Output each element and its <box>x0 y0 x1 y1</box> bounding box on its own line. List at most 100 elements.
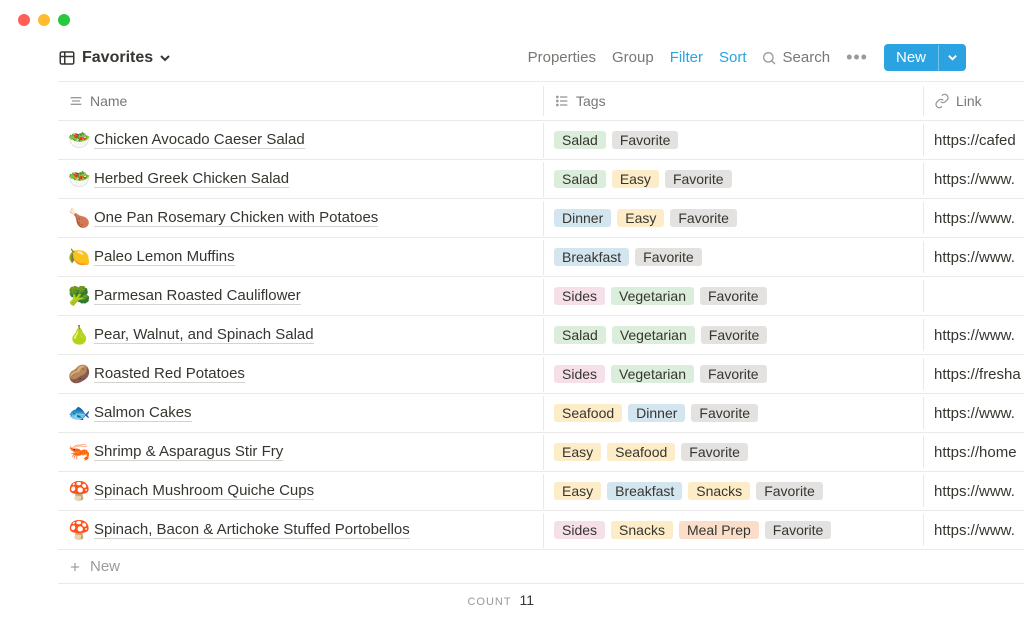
tag: Favorite <box>612 131 679 149</box>
add-row-label: New <box>90 558 120 575</box>
cell-name[interactable]: 🍄Spinach Mushroom Quiche Cups <box>58 474 544 509</box>
column-header-name[interactable]: Name <box>58 86 544 116</box>
tag: Vegetarian <box>612 326 695 344</box>
page-icon: 🦐 <box>68 442 88 463</box>
table-row[interactable]: 🥔 Roasted Red Potatoes SidesVegetarianFavo… <box>58 355 1024 394</box>
table-row[interactable]: 🍄 Spinach, Bacon & Artichoke Stuffed Port… <box>58 511 1024 550</box>
count-value[interactable]: 11 <box>519 592 534 608</box>
tag: Seafood <box>607 443 675 461</box>
cell-link[interactable] <box>924 289 1024 303</box>
cell-name[interactable]: 🍗One Pan Rosemary Chicken with Potatoes <box>58 201 544 236</box>
cell-tags[interactable]: SaladEasyFavorite <box>544 163 924 195</box>
add-row[interactable]: New <box>58 550 1024 584</box>
close-window-button[interactable] <box>18 14 30 26</box>
cell-tags[interactable]: SidesSnacksMeal PrepFavorite <box>544 514 924 546</box>
column-header-link[interactable]: Link <box>924 86 1024 116</box>
cell-link[interactable]: https://fresha <box>924 359 1024 390</box>
page-title[interactable]: Chicken Avocado Caeser Salad <box>94 131 305 149</box>
cell-link[interactable]: https://www. <box>924 515 1024 546</box>
tag: Sides <box>554 365 605 383</box>
more-button[interactable]: ••• <box>842 47 872 68</box>
new-button[interactable]: New <box>884 44 966 71</box>
table-header-row: Name Tags Link <box>58 82 1024 121</box>
page-title[interactable]: Salmon Cakes <box>94 404 192 422</box>
cell-name[interactable]: 🥔 Roasted Red Potatoes <box>58 357 544 392</box>
tag: Salad <box>554 326 606 344</box>
tag: Meal Prep <box>679 521 759 539</box>
table-row[interactable]: 🍄Spinach Mushroom Quiche CupsEasyBreakfa… <box>58 472 1024 511</box>
cell-link[interactable]: https://cafed <box>924 125 1024 156</box>
cell-link[interactable]: https://www. <box>924 203 1024 234</box>
page-title[interactable]: Parmesan Roasted Cauliflower <box>94 287 301 305</box>
sort-button[interactable]: Sort <box>717 47 749 68</box>
cell-name[interactable]: 🍄 Spinach, Bacon & Artichoke Stuffed Port… <box>58 513 544 548</box>
tag: Dinner <box>628 404 685 422</box>
page-icon: 🍐 <box>68 325 88 346</box>
tag: Sides <box>554 287 605 305</box>
page-icon: 🥔 <box>68 364 88 385</box>
tag: Sides <box>554 521 605 539</box>
tag: Easy <box>554 482 601 500</box>
column-header-tags[interactable]: Tags <box>544 86 924 116</box>
chevron-down-icon <box>947 52 958 63</box>
cell-name[interactable]: 🐟 Salmon Cakes <box>58 396 544 431</box>
tag: Salad <box>554 170 606 188</box>
page-title[interactable]: Spinach Mushroom Quiche Cups <box>94 482 314 500</box>
cell-tags[interactable]: EasyBreakfastSnacksFavorite <box>544 475 924 507</box>
cell-link[interactable]: https://home <box>924 437 1024 468</box>
page-icon: 🐟 <box>68 403 88 424</box>
cell-link[interactable]: https://www. <box>924 476 1024 507</box>
maximize-window-button[interactable] <box>58 14 70 26</box>
table-row[interactable]: 🥗Chicken Avocado Caeser SaladSaladFavori… <box>58 121 1024 160</box>
cell-name[interactable]: 🥗Herbed Greek Chicken Salad <box>58 162 544 197</box>
cell-tags[interactable]: SidesVegetarianFavorite <box>544 358 924 390</box>
cell-tags[interactable]: SaladFavorite <box>544 124 924 156</box>
minimize-window-button[interactable] <box>38 14 50 26</box>
view-switcher[interactable]: Favorites <box>58 49 171 67</box>
tag: Favorite <box>691 404 758 422</box>
cell-link[interactable]: https://www. <box>924 242 1024 273</box>
table-row[interactable]: 🍋Paleo Lemon MuffinsBreakfastFavoritehtt… <box>58 238 1024 277</box>
page-title[interactable]: Spinach, Bacon & Artichoke Stuffed Porto… <box>94 521 410 539</box>
table-row[interactable]: 🥦 Parmesan Roasted Cauliflower SidesVegeta… <box>58 277 1024 316</box>
page-title[interactable]: Pear, Walnut, and Spinach Salad <box>94 326 314 344</box>
page-icon: 🥦 <box>68 286 88 307</box>
link-icon <box>934 93 950 109</box>
cell-name[interactable]: 🥦 Parmesan Roasted Cauliflower <box>58 279 544 314</box>
cell-tags[interactable]: SidesVegetarianFavorite <box>544 280 924 312</box>
new-button-dropdown[interactable] <box>938 45 966 71</box>
search-icon <box>761 50 777 66</box>
filter-button[interactable]: Filter <box>668 47 705 68</box>
table-row[interactable]: 🍐 Pear, Walnut, and Spinach Salad Salad Veg… <box>58 316 1024 355</box>
search-button[interactable]: Search <box>761 49 831 66</box>
page-title[interactable]: Roasted Red Potatoes <box>94 365 245 383</box>
cell-link[interactable]: https://www. <box>924 398 1024 429</box>
tag: Favorite <box>665 170 732 188</box>
page-title[interactable]: Paleo Lemon Muffins <box>94 248 235 266</box>
cell-tags[interactable]: Easy Seafood Favorite <box>544 436 924 468</box>
tag: Favorite <box>681 443 748 461</box>
cell-name[interactable]: 🍐 Pear, Walnut, and Spinach Salad <box>58 318 544 353</box>
cell-tags[interactable]: DinnerEasyFavorite <box>544 202 924 234</box>
properties-button[interactable]: Properties <box>526 47 598 68</box>
cell-tags[interactable]: SaladVegetarianFavorite <box>544 319 924 351</box>
cell-tags[interactable]: SeafoodDinnerFavorite <box>544 397 924 429</box>
tag: Snacks <box>611 521 673 539</box>
cell-name[interactable]: 🍋Paleo Lemon Muffins <box>58 240 544 275</box>
page-title[interactable]: One Pan Rosemary Chicken with Potatoes <box>94 209 378 227</box>
page-title[interactable]: Herbed Greek Chicken Salad <box>94 170 289 188</box>
group-button[interactable]: Group <box>610 47 656 68</box>
cell-link[interactable]: https://www. <box>924 320 1024 351</box>
cell-link[interactable]: https://www. <box>924 164 1024 195</box>
cell-name[interactable]: 🥗Chicken Avocado Caeser Salad <box>58 123 544 158</box>
table-row[interactable]: 🍗One Pan Rosemary Chicken with PotatoesD… <box>58 199 1024 238</box>
table-row[interactable]: 🐟Salmon CakesSeafoodDinnerFavoritehttps:… <box>58 394 1024 433</box>
cell-tags[interactable]: BreakfastFavorite <box>544 241 924 273</box>
page-icon: 🍄 <box>68 520 88 541</box>
database-table: Name Tags Link 🥗Chicken Avocado Caeser S… <box>58 81 1024 608</box>
tag: Easy <box>554 443 601 461</box>
table-row[interactable]: 🦐 Shrimp & Asparagus Stir Fry Easy Seafood F… <box>58 433 1024 472</box>
page-title[interactable]: Shrimp & Asparagus Stir Fry <box>94 443 283 461</box>
table-row[interactable]: 🥗Herbed Greek Chicken SaladSaladEasyFavo… <box>58 160 1024 199</box>
cell-name[interactable]: 🦐 Shrimp & Asparagus Stir Fry <box>58 435 544 470</box>
